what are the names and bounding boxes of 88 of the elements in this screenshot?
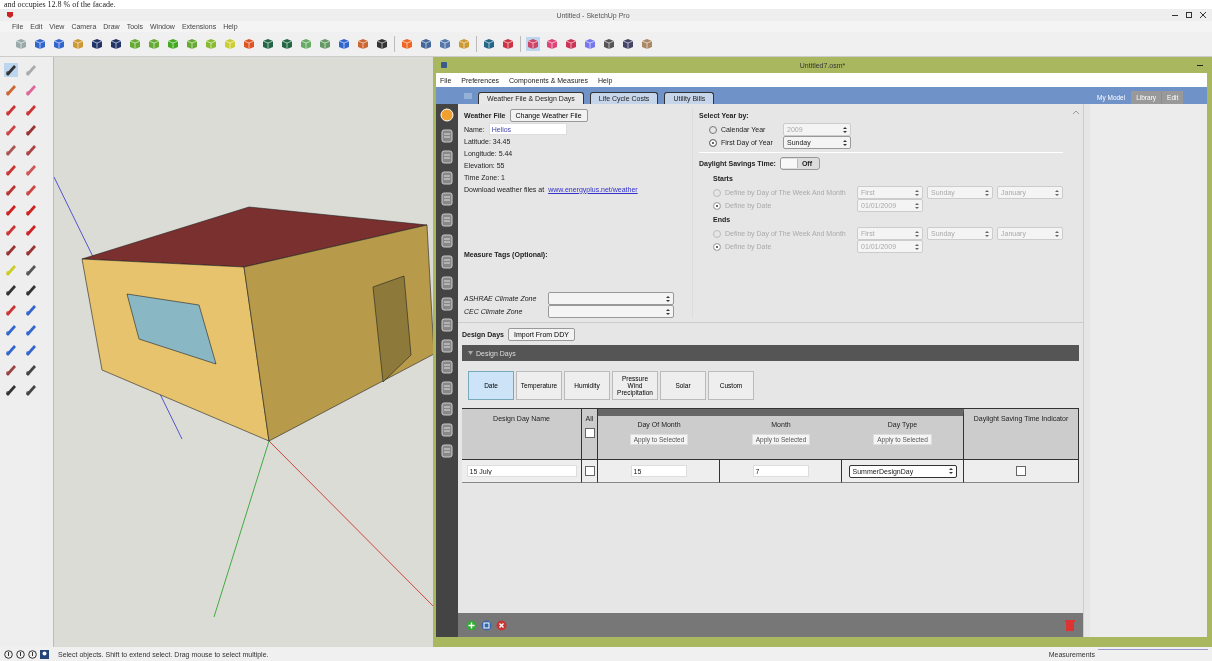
block-icon[interactable] [337, 37, 351, 51]
splitter-handle[interactable] [1083, 104, 1090, 637]
block-icon[interactable] [280, 37, 294, 51]
block-icon[interactable] [261, 37, 275, 51]
page-icon[interactable] [440, 192, 454, 206]
block-icon[interactable] [419, 37, 433, 51]
tool-icon[interactable] [24, 283, 38, 297]
tool-icon[interactable] [4, 283, 18, 297]
block-icon[interactable] [482, 37, 496, 51]
add-icon[interactable] [466, 619, 477, 631]
spinner-icon [915, 188, 919, 197]
spinner-icon [843, 125, 847, 134]
user-icon[interactable] [40, 649, 49, 659]
circle-icon[interactable] [16, 649, 25, 659]
app-logo-icon [6, 11, 14, 19]
spinner-icon [915, 229, 919, 238]
spinner-icon [1055, 188, 1059, 197]
tool-icon[interactable] [24, 303, 38, 317]
block-icon[interactable] [90, 37, 104, 51]
block-icon[interactable] [375, 37, 389, 51]
maximize-icon[interactable] [1186, 12, 1192, 18]
page-icon[interactable] [440, 297, 454, 311]
tool-icon[interactable] [24, 343, 38, 357]
spinner-icon [985, 188, 989, 197]
spinner-icon [915, 242, 919, 251]
radio-button[interactable] [709, 138, 717, 147]
tool-icon[interactable] [24, 123, 38, 137]
minimize-icon[interactable] [1172, 12, 1178, 18]
page-icon[interactable] [440, 339, 454, 353]
close-icon[interactable] [1200, 12, 1206, 18]
spinner-icon [1055, 229, 1059, 238]
page-icon[interactable] [440, 171, 454, 185]
tool-icon[interactable] [4, 183, 18, 197]
tool-icon[interactable] [4, 323, 18, 337]
block-icon[interactable] [52, 37, 66, 51]
page-icon[interactable] [440, 276, 454, 290]
block-icon[interactable] [621, 37, 635, 51]
spinner-icon [915, 201, 919, 210]
spinner-icon [666, 294, 670, 303]
minimize-icon[interactable] [1197, 62, 1203, 68]
tool-icon[interactable] [24, 323, 38, 337]
page-icon[interactable] [440, 423, 454, 437]
page-icon[interactable] [440, 255, 454, 269]
spinner-icon [948, 467, 953, 475]
page-icon[interactable] [440, 318, 454, 332]
page-icon[interactable] [440, 444, 454, 458]
page-icon[interactable] [440, 129, 454, 143]
tool-icon[interactable] [4, 363, 18, 377]
radio-button[interactable] [713, 201, 721, 210]
tool-icon[interactable] [24, 263, 38, 277]
page-icon[interactable] [440, 234, 454, 248]
block-icon[interactable] [33, 37, 47, 51]
grip-icon [464, 91, 472, 100]
page-icon[interactable] [440, 360, 454, 374]
checkbox[interactable] [584, 428, 595, 438]
tool-icon[interactable] [4, 343, 18, 357]
spinner-icon [666, 307, 670, 316]
tool-icon[interactable] [24, 203, 38, 217]
tool-icon[interactable] [4, 63, 18, 77]
tool-icon[interactable] [24, 383, 38, 397]
circle-icon[interactable] [28, 649, 37, 659]
page-icon[interactable] [440, 381, 454, 395]
spinner-icon [985, 229, 989, 238]
page-icon[interactable] [440, 150, 454, 164]
copy-icon[interactable] [481, 619, 492, 631]
app-logo-icon [440, 61, 448, 69]
tool-icon[interactable] [4, 243, 18, 257]
delete-icon[interactable] [496, 619, 507, 631]
checkbox[interactable] [1016, 466, 1026, 476]
tool-icon[interactable] [24, 363, 38, 377]
spinner-icon [843, 138, 847, 147]
checkbox[interactable] [584, 466, 595, 476]
dropdown[interactable] [548, 305, 674, 318]
tool-icon[interactable] [24, 143, 38, 157]
collapse-triangle-icon [468, 351, 473, 355]
page-icon[interactable] [440, 402, 454, 416]
block-icon[interactable] [602, 37, 616, 51]
tool-icon[interactable] [4, 203, 18, 217]
circle-icon[interactable] [4, 649, 13, 659]
block-icon[interactable] [109, 37, 123, 51]
tool-icon[interactable] [24, 223, 38, 237]
tool-icon[interactable] [4, 383, 18, 397]
tool-icon[interactable] [24, 243, 38, 257]
radio-button[interactable] [713, 242, 721, 251]
document-text: and occupies 12.8 % of the facade. [4, 0, 116, 9]
3d-viewport[interactable] [53, 57, 433, 647]
page-icon[interactable] [440, 213, 454, 227]
dropdown[interactable] [548, 292, 674, 305]
